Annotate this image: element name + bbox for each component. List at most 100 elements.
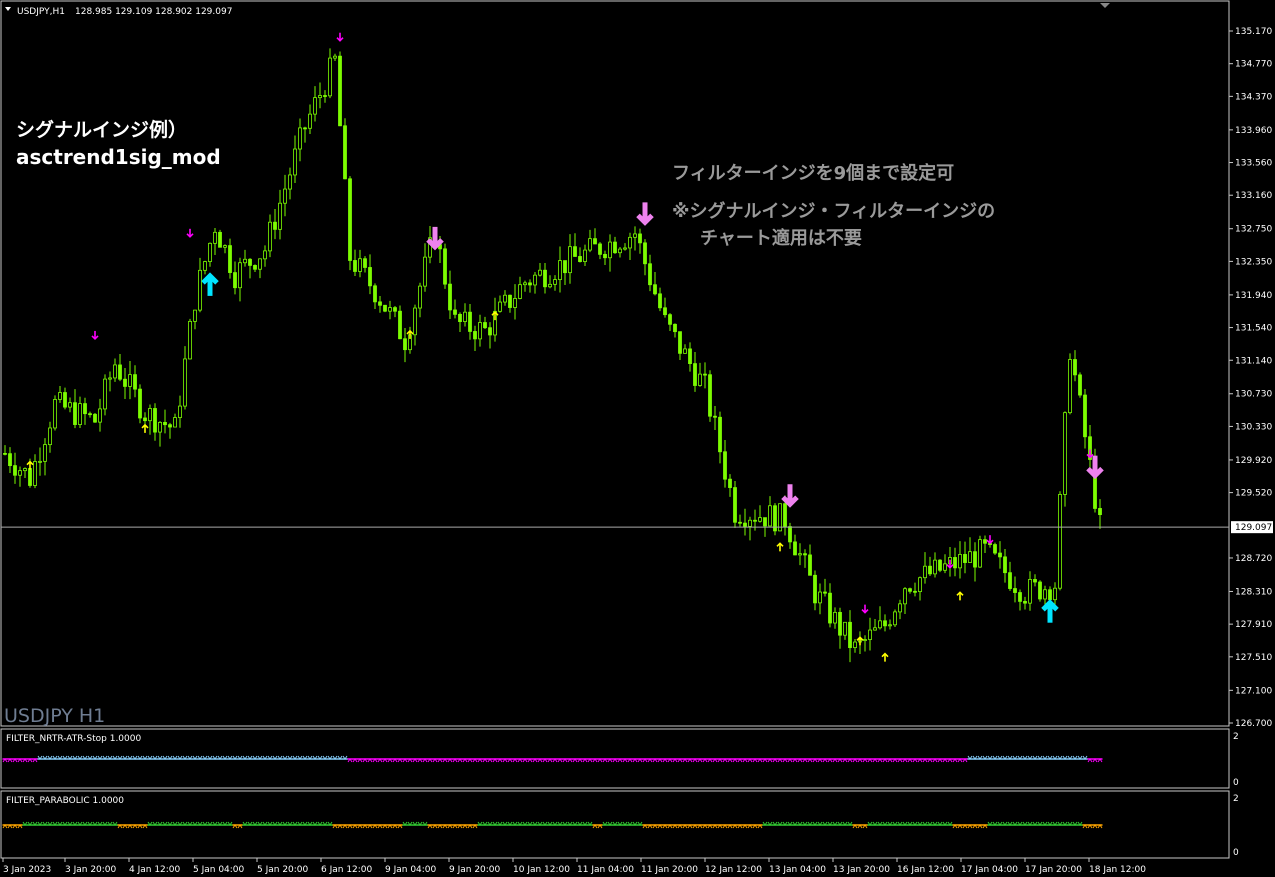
candle-body	[448, 283, 452, 311]
x-tick-label: 13 Jan 20:00	[833, 865, 890, 875]
candle-body	[423, 256, 427, 287]
up-signal-arrow-icon	[856, 636, 864, 646]
y-tick-label: 127.100	[1235, 686, 1272, 696]
candle-body	[523, 282, 527, 286]
y-tick-label: 131.540	[1235, 324, 1272, 334]
candle-body	[853, 641, 857, 649]
x-tick-label: 17 Jan 04:00	[961, 865, 1018, 875]
y-tick-label: 135.170	[1235, 27, 1272, 37]
candle-body	[753, 519, 757, 522]
candle-body	[38, 460, 42, 463]
candle-body	[223, 245, 227, 248]
candle-body	[473, 331, 477, 340]
candle-body	[488, 327, 492, 336]
signal-indicator-note-line1: シグナルインジ例）	[16, 118, 187, 141]
candle-body	[128, 374, 132, 387]
y-tick-label: 131.940	[1235, 291, 1272, 301]
down-signal-arrow-icon	[781, 484, 799, 508]
candle-body	[798, 553, 802, 556]
down-signal-arrow-icon	[861, 604, 869, 614]
candle-body	[868, 629, 872, 640]
candle-body	[573, 246, 577, 257]
up-signal-arrow-icon	[141, 423, 149, 433]
candle-body	[33, 461, 37, 486]
candle-body	[318, 95, 322, 99]
candle-body	[218, 231, 222, 248]
chart-shift-marker-icon[interactable]	[1100, 3, 1110, 8]
candle-body	[568, 246, 572, 274]
candle-body	[878, 620, 882, 629]
candle-body	[893, 611, 897, 626]
candle-body	[698, 373, 702, 386]
candle-body	[703, 373, 707, 376]
candle-body	[3, 452, 7, 455]
candle-body	[308, 113, 312, 129]
candle-body	[333, 55, 337, 59]
candle-body	[108, 377, 112, 380]
candle-body	[713, 415, 717, 418]
candle-body	[483, 322, 487, 329]
candle-body	[88, 413, 92, 416]
candle-body	[923, 565, 927, 579]
y-tick-label: 129.920	[1235, 456, 1272, 466]
subwindow-1-ymax: 2	[1233, 732, 1239, 742]
candle-body	[538, 269, 542, 276]
candle-body	[1003, 556, 1007, 574]
x-tick-label: 9 Jan 20:00	[449, 865, 501, 875]
candle-body	[413, 307, 417, 336]
candle-body	[148, 408, 152, 422]
y-tick-label: 129.520	[1235, 489, 1272, 499]
candle-body	[68, 402, 72, 408]
candle-body	[613, 241, 617, 254]
candle-body	[903, 588, 907, 605]
candle-body	[173, 417, 177, 428]
symbol-label: USDJPY,H1	[17, 7, 65, 17]
candle-body	[983, 539, 987, 544]
candle-body	[418, 285, 422, 309]
candle-body	[113, 364, 117, 379]
candle-body	[648, 263, 652, 286]
candle-body	[168, 424, 172, 428]
candle-body	[583, 249, 587, 262]
candle-body	[338, 55, 342, 127]
candle-body	[623, 247, 627, 250]
candle-body	[373, 285, 377, 303]
chart-menu-triangle-icon[interactable]	[5, 7, 11, 11]
x-tick-label: 18 Jan 12:00	[1089, 865, 1146, 875]
candle-body	[823, 591, 827, 594]
candle-body	[123, 378, 127, 387]
chart-watermark: USDJPY H1	[4, 705, 105, 727]
candle-body	[278, 202, 282, 230]
candle-body	[768, 505, 772, 527]
y-tick-label: 132.750	[1235, 225, 1272, 235]
candle-body	[78, 403, 82, 425]
candle-body	[348, 178, 352, 261]
candle-body	[508, 294, 512, 308]
candle-body	[213, 231, 217, 244]
candle-body	[1028, 579, 1032, 604]
candle-body	[633, 233, 637, 238]
candle-body	[8, 453, 12, 467]
candle-body	[673, 323, 677, 333]
candle-body	[678, 331, 682, 354]
candle-body	[553, 279, 557, 285]
candle-body	[543, 269, 547, 288]
candle-body	[958, 554, 962, 569]
y-tick-label: 134.370	[1235, 92, 1272, 102]
candle-body	[28, 468, 32, 486]
candle-body	[83, 403, 87, 415]
down-signal-arrow-icon	[91, 330, 99, 341]
candle-body	[183, 358, 187, 407]
candle-body	[658, 293, 662, 309]
candle-body	[143, 417, 147, 422]
mt4-chart-window[interactable]: 135.170 134.770 134.370 133.960 133.560 133.1…	[0, 0, 1275, 877]
candle-body	[353, 260, 357, 272]
candle-body	[288, 174, 292, 190]
candle-body	[818, 591, 822, 604]
candle-body	[378, 301, 382, 306]
x-tick-label: 13 Jan 04:00	[769, 865, 826, 875]
filter-note-line2: ※シグナルインジ・フィルターインジの	[672, 200, 995, 222]
candle-body	[403, 338, 407, 351]
candle-body	[48, 427, 52, 446]
x-tick-label: 3 Jan 20:00	[65, 865, 117, 875]
